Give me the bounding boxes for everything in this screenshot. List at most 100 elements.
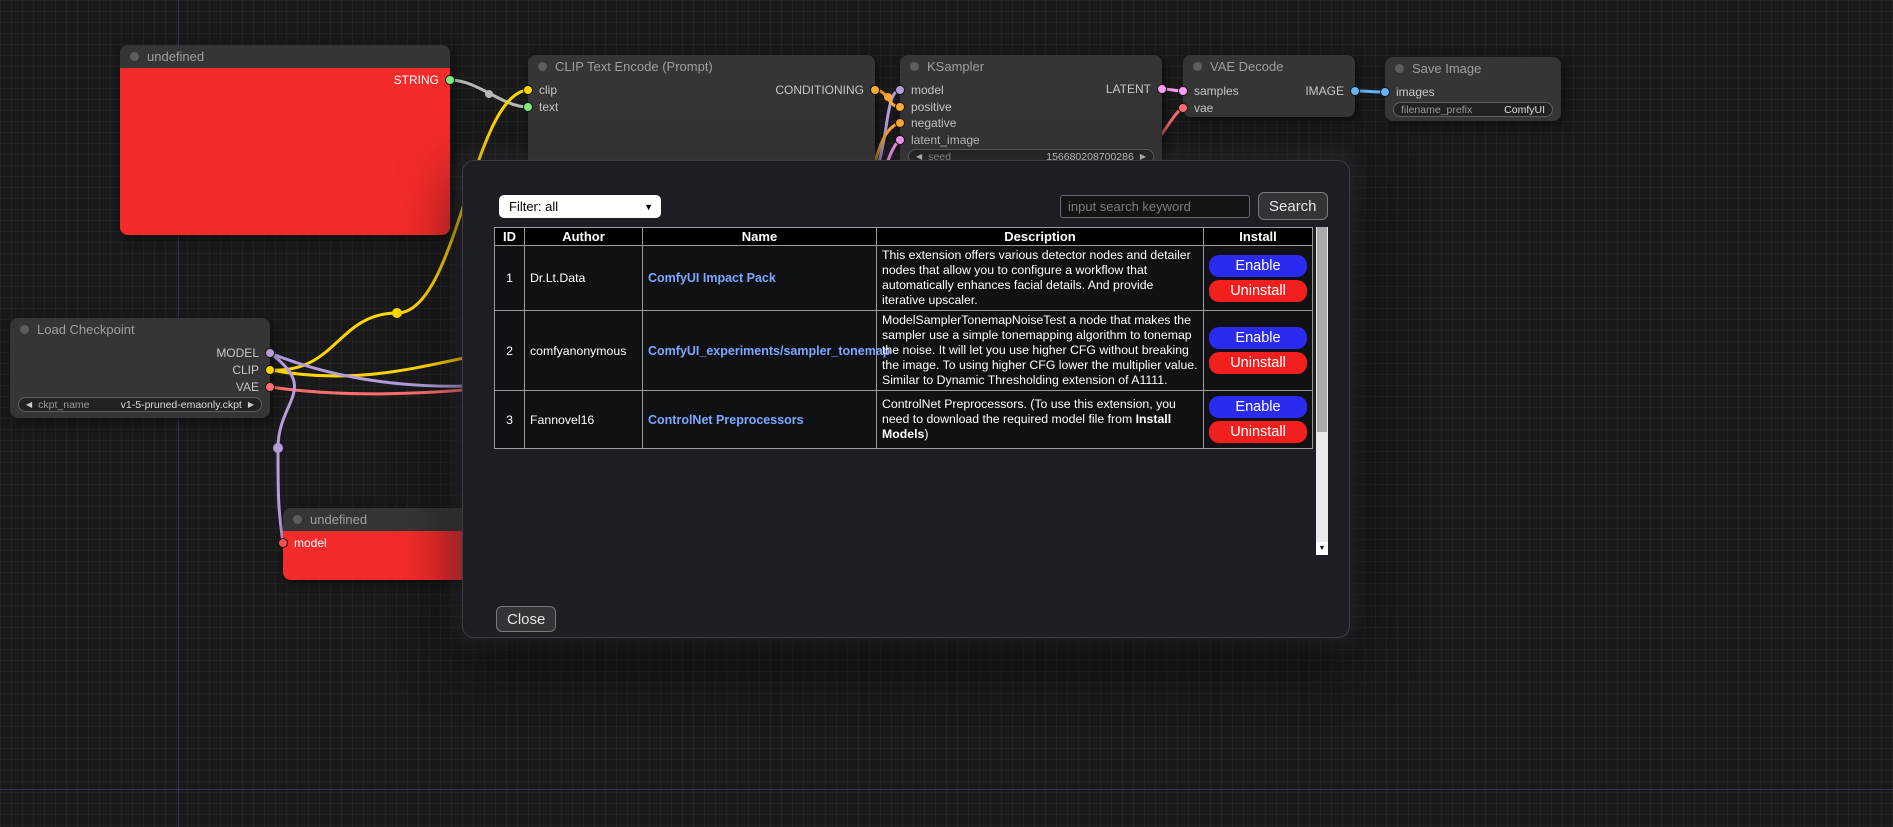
cell-description: ControlNet Preprocessors. (To use this e… (877, 391, 1204, 449)
scrollbar-thumb[interactable] (1317, 227, 1327, 432)
samples-port-icon[interactable] (1178, 86, 1188, 96)
cell-id: 1 (495, 246, 525, 311)
node-clip-text-encode[interactable]: CLIP Text Encode (Prompt) clip text COND… (528, 55, 875, 173)
node-vae-decode[interactable]: VAE Decode samples vae IMAGE (1183, 55, 1355, 117)
link-dot-model[interactable] (273, 443, 283, 453)
input-slot-negative: negative (895, 116, 956, 130)
node-title-bar[interactable]: undefined (120, 45, 450, 68)
input-slot-images: images (1380, 85, 1435, 99)
model-port-icon[interactable] (278, 538, 288, 548)
node-undefined-model[interactable]: undefined model (283, 508, 471, 580)
table-header-row: ID Author Name Description Install (495, 228, 1313, 246)
node-title-bar[interactable]: VAE Decode (1183, 55, 1355, 78)
model-out-port-icon[interactable] (265, 348, 275, 358)
ckpt-name-widget[interactable]: ◀ ckpt_name v1-5-pruned-emaonly.ckpt ▶ (18, 397, 262, 412)
extension-table: ID Author Name Description Install 1 Dr.… (494, 227, 1313, 449)
clip-port-icon[interactable] (523, 85, 533, 95)
slot-label: CLIP (232, 363, 259, 377)
node-title-bar[interactable]: undefined (283, 508, 471, 531)
enable-button[interactable]: Enable (1209, 327, 1307, 349)
node-status-dot (910, 62, 919, 71)
extension-link[interactable]: ControlNet Preprocessors (648, 413, 804, 427)
node-title: undefined (310, 512, 367, 527)
header-id: ID (495, 228, 525, 246)
node-status-dot (293, 515, 302, 524)
images-port-icon[interactable] (1380, 87, 1390, 97)
cell-name: ComfyUI_experiments/sampler_tonemap (643, 311, 877, 391)
node-status-dot (1193, 62, 1202, 71)
node-status-dot (1395, 64, 1404, 73)
slot-label: samples (1194, 84, 1239, 98)
description-text: ControlNet Preprocessors. (To use this e… (882, 397, 1176, 426)
cell-description: ModelSamplerTonemapNoiseTest a node that… (877, 311, 1204, 391)
close-button[interactable]: Close (496, 606, 556, 632)
slot-label: IMAGE (1305, 84, 1344, 98)
input-slot-text: text (523, 100, 558, 114)
description-text: ) (924, 427, 928, 441)
uninstall-button[interactable]: Uninstall (1209, 280, 1307, 302)
node-title: undefined (147, 49, 204, 64)
latent-port-icon[interactable] (895, 135, 905, 145)
cell-author: comfyanonymous (525, 311, 643, 391)
extension-table-container: ID Author Name Description Install 1 Dr.… (494, 227, 1328, 555)
node-status-dot (130, 52, 139, 61)
node-title-bar[interactable]: Load Checkpoint (10, 318, 270, 341)
model-port-icon[interactable] (895, 85, 905, 95)
enable-button[interactable]: Enable (1209, 396, 1307, 418)
slot-label: clip (539, 83, 557, 97)
table-scrollbar[interactable]: ▼ (1316, 227, 1328, 555)
enable-button[interactable]: Enable (1209, 255, 1307, 277)
image-port-icon[interactable] (1350, 86, 1360, 96)
node-graph-canvas[interactable]: undefined STRING CLIP Text Encode (Promp… (0, 0, 1893, 827)
filename-prefix-widget[interactable]: filename_prefix ComfyUI (1393, 102, 1553, 117)
cell-author: Fannovel16 (525, 391, 643, 449)
positive-port-icon[interactable] (895, 102, 905, 112)
node-save-image[interactable]: Save Image images filename_prefix ComfyU… (1385, 57, 1561, 121)
extension-link[interactable]: ComfyUI_experiments/sampler_tonemap (648, 344, 890, 358)
node-title-bar[interactable]: KSampler (900, 55, 1162, 78)
search-input[interactable] (1060, 195, 1250, 218)
text-port-icon[interactable] (523, 102, 533, 112)
conditioning-port-icon[interactable] (870, 85, 880, 95)
header-name: Name (643, 228, 877, 246)
input-slot-samples: samples (1178, 84, 1239, 98)
link-dot-clip[interactable] (392, 308, 402, 318)
node-status-dot (20, 325, 29, 334)
vae-out-port-icon[interactable] (265, 382, 275, 392)
node-undefined-string[interactable]: undefined STRING (120, 45, 450, 235)
cell-install: Enable Uninstall (1204, 311, 1313, 391)
clip-out-port-icon[interactable] (265, 365, 275, 375)
node-title-bar[interactable]: CLIP Text Encode (Prompt) (528, 55, 875, 78)
scrollbar-down-button[interactable]: ▼ (1316, 542, 1328, 555)
header-description: Description (877, 228, 1204, 246)
search-button[interactable]: Search (1258, 192, 1328, 220)
negative-port-icon[interactable] (895, 118, 905, 128)
uninstall-button[interactable]: Uninstall (1209, 421, 1307, 443)
output-slot-string: STRING (394, 73, 455, 87)
slot-label: model (911, 83, 944, 97)
link-dot-string[interactable] (485, 90, 493, 98)
cell-id: 3 (495, 391, 525, 449)
table-row: 1 Dr.Lt.Data ComfyUI Impact Pack This ex… (495, 246, 1313, 311)
next-option-icon[interactable]: ▶ (248, 401, 254, 409)
node-error-body (120, 68, 450, 235)
slot-label: VAE (236, 380, 259, 394)
filter-select[interactable]: Filter: all ▼ (499, 195, 661, 218)
vae-port-icon[interactable] (1178, 103, 1188, 113)
node-title-bar[interactable]: Save Image (1385, 57, 1561, 80)
slot-label: text (539, 100, 558, 114)
latent-out-port-icon[interactable] (1157, 84, 1167, 94)
node-ksampler[interactable]: KSampler model positive negative latent_… (900, 55, 1162, 170)
header-author: Author (525, 228, 643, 246)
output-slot-clip: CLIP (232, 363, 275, 377)
node-title: CLIP Text Encode (Prompt) (555, 59, 713, 74)
extension-link[interactable]: ComfyUI Impact Pack (648, 271, 776, 285)
output-slot-model: MODEL (216, 346, 275, 360)
input-slot-vae: vae (1178, 101, 1213, 115)
node-load-checkpoint[interactable]: Load Checkpoint MODEL CLIP VAE ◀ ckpt_na… (10, 318, 270, 418)
output-slot-image: IMAGE (1305, 84, 1360, 98)
prev-option-icon[interactable]: ◀ (26, 401, 32, 409)
uninstall-button[interactable]: Uninstall (1209, 352, 1307, 374)
string-port-icon[interactable] (445, 75, 455, 85)
link-dot-conditioning[interactable] (884, 93, 892, 101)
